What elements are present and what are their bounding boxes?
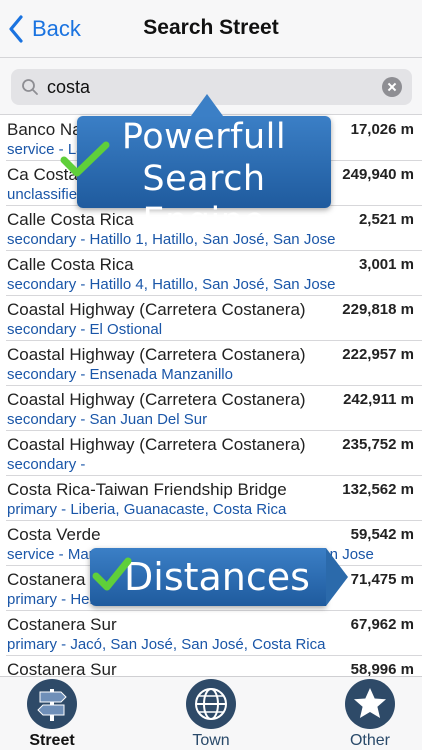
tab-label: Street [29,732,75,749]
street-name: Coastal Highway (Carretera Costanera) [7,390,306,409]
star-icon [345,679,395,729]
street-detail: secondary - Ensenada Manzanillo [7,366,233,383]
search-icon [22,79,38,95]
list-item[interactable]: Costanera Sur 58,996 m [6,656,422,676]
checkmark-icon [92,557,132,591]
list-item[interactable]: Coastal Highway (Carretera Costanera) 235… [6,431,422,476]
street-detail: primary - Liberia, Guanacaste, Costa Ric… [7,501,287,518]
street-distance: 2,521 m [358,211,414,228]
street-distance: 222,957 m [342,346,414,363]
street-name: Coastal Highway (Carretera Costanera) [7,300,306,319]
tab-label: Other [349,732,390,749]
list-item[interactable]: Coastal Highway (Carretera Costanera) 222… [6,341,422,386]
street-name: Costanera Sur [7,660,117,676]
clear-icon[interactable] [382,77,402,97]
tab-bar: Street Town Other [0,676,422,750]
street-distance: 249,940 m [342,166,414,183]
tab-label: Town [192,732,230,749]
street-distance: 58,996 m [350,661,414,676]
street-distance: 229,818 m [342,301,414,318]
street-distance: 242,911 m [343,391,414,408]
street-distance: 3,001 m [358,256,414,273]
street-detail: secondary - San Juan Del Sur [7,411,208,428]
list-item[interactable]: Calle Costa Rica 3,001 m secondary - Hatil… [6,251,422,296]
street-detail: secondary - [7,456,86,473]
street-name: Calle Costa Rica [7,255,134,274]
street-distance: 59,542 m [350,526,414,543]
callout-line: Powerfull [121,117,287,157]
page-title: Search Street [143,16,279,39]
list-item[interactable]: Coastal Highway (Carretera Costanera) 242… [6,386,422,431]
list-item[interactable]: Coastal Highway (Carretera Costanera) 229… [6,296,422,341]
globe-icon [186,679,236,729]
street-distance: 132,562 m [342,481,414,498]
street-distance: 71,475 m [350,571,414,588]
street-detail: secondary - Hatillo 4, Hatillo, San José… [7,276,336,293]
street-name: Coastal Highway (Carretera Costanera) [7,345,306,364]
street-name: Costa Verde [7,525,101,544]
tab-other[interactable]: Other [320,679,420,749]
street-name: Costa Rica-Taiwan Friendship Bridge [7,480,287,499]
street-distance: 67,962 m [350,616,414,633]
list-item[interactable]: Costanera Sur 67,962 m primary - Jacó, San… [6,611,422,656]
street-detail: secondary - El Ostional [7,321,163,338]
checkmark-icon [60,141,110,177]
tab-street[interactable]: Street [2,679,102,749]
search-engine-callout: Powerfull Search Engine [77,94,331,241]
street-name: Coastal Highway (Carretera Costanera) [7,435,306,454]
street-distance: 17,026 m [350,121,414,138]
navigation-bar: Back Search Street [0,0,422,58]
signpost-icon [27,679,77,729]
street-distance: 235,752 m [342,436,414,453]
tab-town[interactable]: Town [161,679,261,749]
callout-line: Search Engine [142,159,266,241]
street-name: Costanera Sur [7,615,117,634]
street-detail: primary - Jacó, San José, San José, Cost… [7,636,326,653]
list-item[interactable]: Costa Rica-Taiwan Friendship Bridge 132,5… [6,476,422,521]
